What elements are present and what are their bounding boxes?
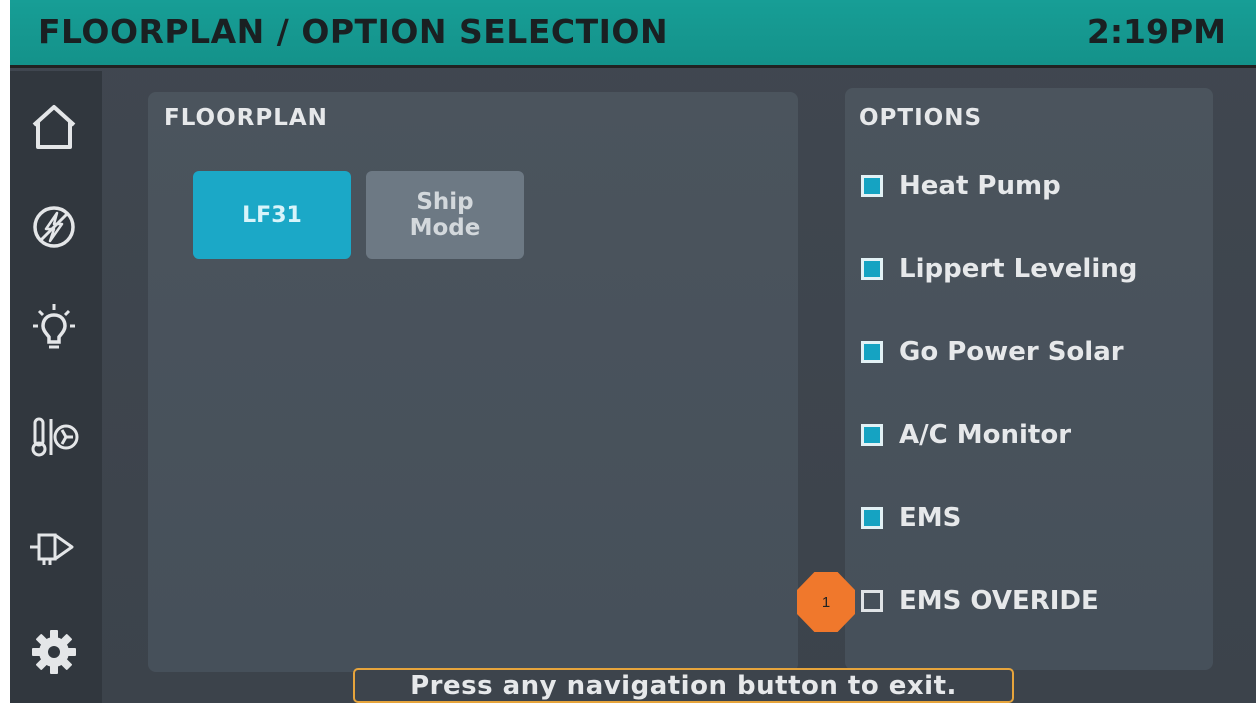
checkbox-checked[interactable] [861,258,883,280]
option-label: A/C Monitor [899,420,1072,450]
ship-mode-label-line2: Mode [409,215,481,241]
climate-icon [31,417,79,457]
header-bar: FLOORPLAN / OPTION SELECTION 2:19PM [10,0,1256,68]
nav-settings-button[interactable] [18,616,90,688]
option-label: Go Power Solar [899,337,1124,367]
floorplan-lf31-label: LF31 [242,202,302,228]
checkbox-checked[interactable] [861,341,883,363]
checkbox-unchecked[interactable] [861,590,883,612]
callout-number-badge: 1 [797,572,855,632]
home-icon [32,105,76,149]
checkbox-checked[interactable] [861,507,883,529]
floorplan-lf31-button[interactable]: LF31 [193,171,351,259]
option-label: Lippert Leveling [899,254,1138,284]
floorplan-panel: FLOORPLAN LF31 Ship Mode [148,92,798,672]
light-bulb-icon [33,304,75,349]
option-label: Heat Pump [899,171,1061,201]
options-title: OPTIONS [859,105,983,131]
callout-number: 1 [821,593,831,611]
nav-slideout-button[interactable] [18,511,90,583]
exit-hint-banner: Press any navigation button to exit. [353,668,1014,703]
nav-home-button[interactable] [18,91,90,163]
clock: 2:19PM [1086,12,1226,51]
nav-power-button[interactable] [18,191,90,263]
sidebar-nav [10,71,102,703]
option-ems-overide[interactable]: EMS OVERIDE [861,584,1099,618]
checkbox-checked[interactable] [861,424,883,446]
floorplan-title: FLOORPLAN [164,105,328,131]
page-title: FLOORPLAN / OPTION SELECTION [38,12,669,51]
option-ems[interactable]: EMS [861,501,961,535]
option-label: EMS [899,503,962,533]
slideout-icon [30,533,74,565]
option-lippert-leveling[interactable]: Lippert Leveling [861,252,1137,286]
gear-icon [32,630,76,674]
option-label: EMS OVERIDE [899,586,1099,616]
ship-mode-button[interactable]: Ship Mode [366,171,524,259]
checkbox-checked[interactable] [861,175,883,197]
option-ac-monitor[interactable]: A/C Monitor [861,418,1071,452]
options-panel: OPTIONS Heat Pump Lippert Leveling Go Po… [845,88,1213,670]
exit-hint-text: Press any navigation button to exit. [410,670,957,701]
power-icon [33,206,75,248]
nav-climate-button[interactable] [18,401,90,473]
option-heat-pump[interactable]: Heat Pump [861,169,1061,203]
ship-mode-label-line1: Ship [416,189,474,215]
nav-lights-button[interactable] [18,291,90,363]
option-go-power-solar[interactable]: Go Power Solar [861,335,1124,369]
